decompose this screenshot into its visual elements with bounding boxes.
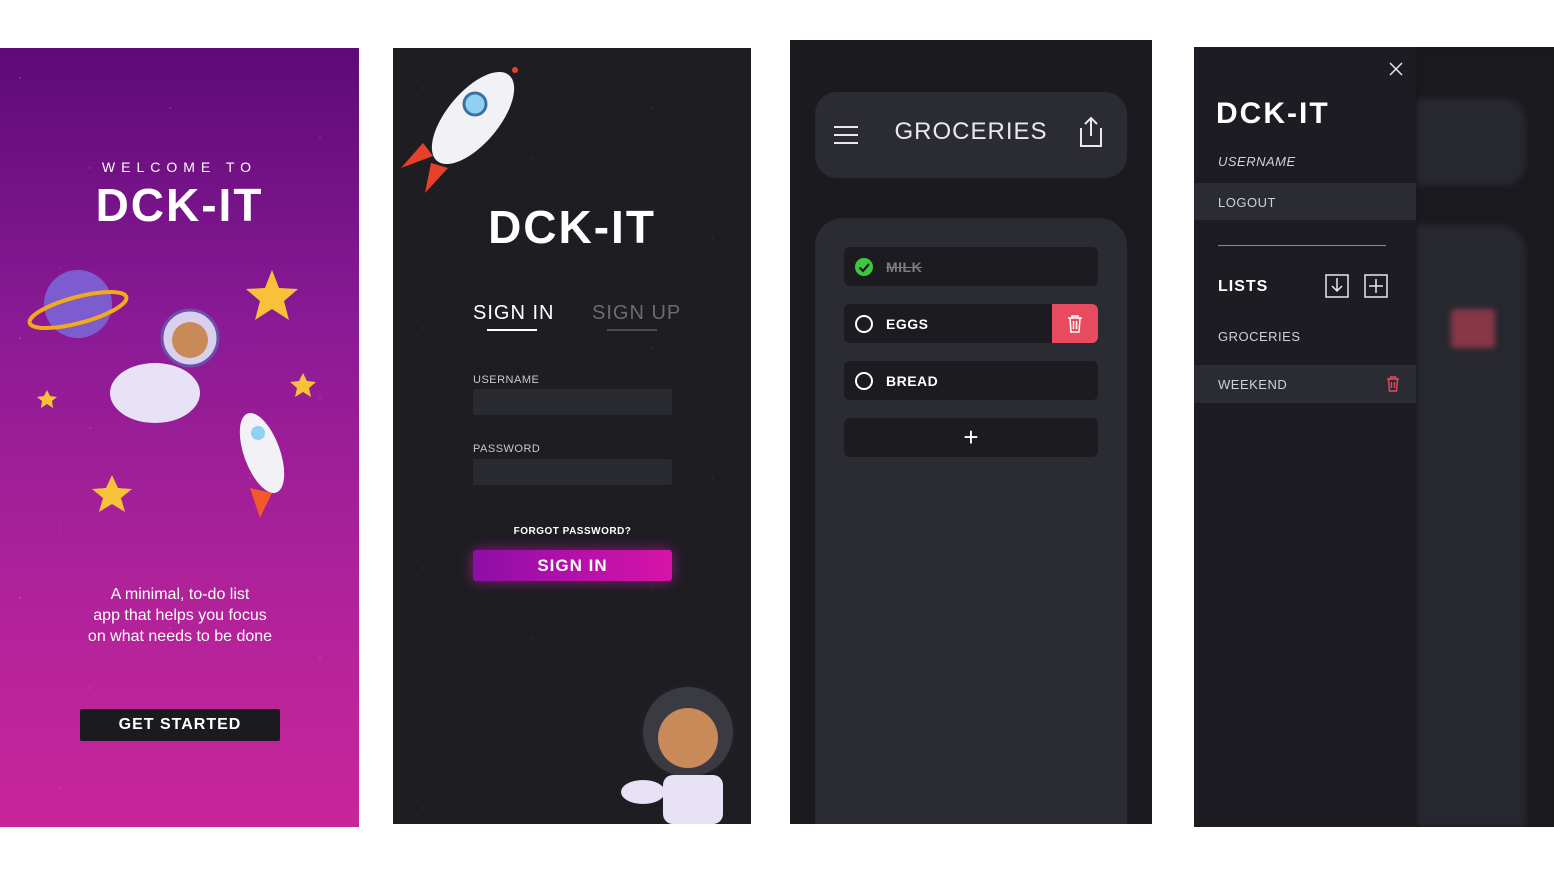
add-list-icon[interactable] — [1364, 274, 1388, 298]
get-started-button[interactable]: GET STARTED — [80, 709, 280, 741]
password-field[interactable] — [473, 459, 672, 485]
list-item-eggs[interactable]: EGGS — [844, 304, 1098, 343]
tab-sign-up[interactable]: SIGN UP — [592, 302, 681, 325]
item-label: BREAD — [886, 373, 939, 389]
list-header: GROCERIES — [815, 92, 1127, 178]
username-field[interactable] — [473, 389, 672, 415]
plus-icon: + — [963, 422, 979, 452]
app-logo: DCK-IT — [1216, 97, 1330, 131]
tab-sign-in[interactable]: SIGN IN — [473, 302, 554, 325]
welcome-screen: WELCOME TO DCK-IT A minimal, to-do list … — [0, 48, 359, 827]
sidebar-item-weekend[interactable]: WEEKEND — [1194, 365, 1416, 403]
sidebar-item-groceries[interactable]: GROCERIES — [1218, 329, 1301, 344]
blurred-background-content — [1416, 47, 1554, 827]
list-body: MILK EGGS BREAD + — [815, 218, 1127, 824]
username-label: USERNAME — [1218, 154, 1296, 169]
astronaut-cat-icon — [110, 308, 220, 423]
trash-icon — [1068, 315, 1082, 333]
rocket-icon — [401, 67, 518, 193]
share-icon[interactable] — [1078, 116, 1104, 148]
menu-screen: DCK-IT USERNAME LOGOUT LISTS GROCERIES W… — [1194, 47, 1554, 827]
add-item-button[interactable]: + — [844, 418, 1098, 457]
list-item-bread[interactable]: BREAD — [844, 361, 1098, 400]
signin-screen: DCK-IT SIGN IN SIGN UP USERNAME PASSWORD… — [393, 48, 751, 824]
lists-heading: LISTS — [1218, 278, 1269, 295]
sidebar-item-label: WEEKEND — [1218, 377, 1288, 392]
side-drawer: DCK-IT USERNAME LOGOUT LISTS GROCERIES W… — [1194, 47, 1416, 827]
inactive-tab-indicator — [607, 329, 657, 331]
unchecked-circle-icon[interactable] — [855, 372, 873, 390]
close-icon[interactable] — [1389, 62, 1403, 76]
logo-text: DCK-IT — [488, 201, 656, 253]
app-tagline: A minimal, to-do list app that helps you… — [87, 586, 273, 645]
list-item-milk[interactable]: MILK — [844, 247, 1098, 286]
delete-item-button[interactable] — [1052, 304, 1098, 343]
astronaut-cat-icon — [621, 685, 735, 824]
download-icon[interactable] — [1325, 274, 1349, 298]
unchecked-circle-icon[interactable] — [855, 315, 873, 333]
logout-button[interactable]: LOGOUT — [1194, 183, 1416, 220]
rocket-icon — [239, 413, 285, 518]
forgot-password-link[interactable]: FORGOT PASSWORD? — [473, 526, 672, 537]
username-label: USERNAME — [473, 374, 540, 386]
password-label: PASSWORD — [473, 443, 541, 455]
list-screen: GROCERIES MILK EGGS BREAD + — [790, 40, 1152, 824]
logout-label: LOGOUT — [1218, 195, 1276, 210]
planet-icon — [27, 270, 129, 338]
item-label: EGGS — [886, 316, 929, 332]
divider — [1218, 245, 1386, 246]
sign-in-button[interactable]: SIGN IN — [473, 550, 672, 581]
app-logo: DCK-IT — [393, 200, 751, 254]
active-tab-indicator — [487, 329, 537, 331]
item-label: MILK — [886, 259, 923, 275]
logo-text: DCK-IT — [1216, 97, 1330, 130]
trash-icon[interactable] — [1386, 376, 1400, 392]
checked-icon[interactable] — [855, 258, 873, 276]
